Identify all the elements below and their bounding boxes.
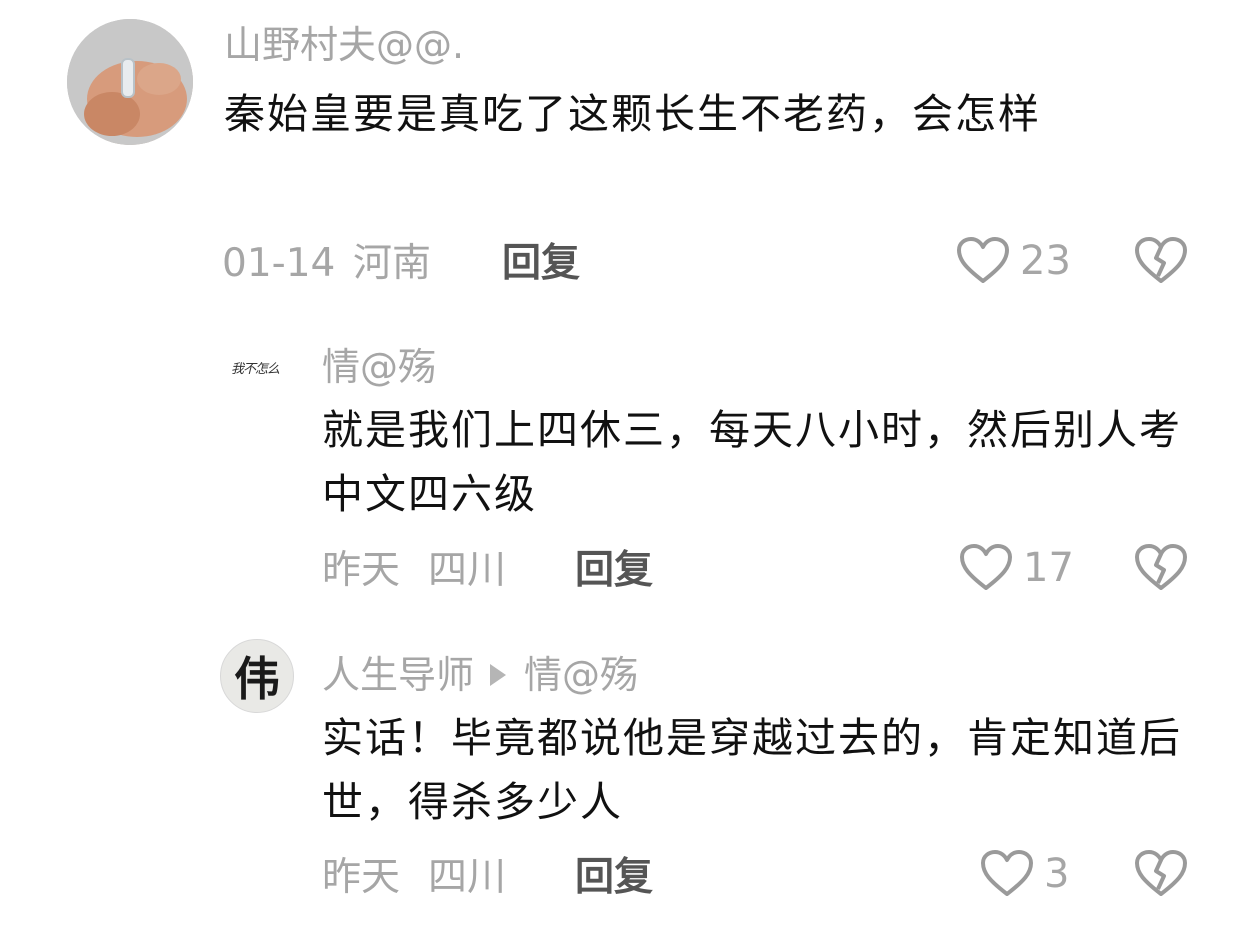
comment-text: 秦始皇要是真吃了这颗长生不老药，会怎样 [224,90,1041,138]
like-button[interactable]: 23 [956,236,1071,286]
like-count: 17 [1023,545,1074,591]
like-button[interactable]: 17 [959,543,1074,593]
heart-outline-icon [981,850,1033,896]
comment-text: 就是我们上四休三，每天八小时，然后别人考中文四六级 [322,406,1182,518]
comment-region: 四川 [428,855,507,900]
username[interactable]: 人生导师 [322,653,474,697]
comment-date: 01-14 [222,241,336,286]
dislike-button[interactable] [1134,236,1188,290]
heart-outline-icon [960,544,1012,590]
broken-heart-icon [1135,850,1187,896]
username[interactable]: 山野村夫@@. [224,21,464,69]
dislike-button[interactable] [1134,543,1188,597]
comment-text: 实话！毕竟都说他是穿越过去的，肯定知道后世，得杀多少人 [322,714,1182,826]
hand-photo-icon [67,19,193,145]
comment-date: 昨天 [322,548,401,593]
reply-to-username[interactable]: 情@殇 [524,653,638,697]
comment-1: 山野村夫@@. 秦始皇要是真吃了这颗长生不老药，会怎样 01-14 河南 回复 … [0,0,1260,320]
avatar[interactable]: 我不怎么 [220,332,290,402]
broken-heart-icon [1135,544,1187,590]
comment-3: 伟 人生导师 情@殇 实话！毕竟都说他是穿越过去的，肯定知道后世，得杀多少人 昨天… [0,620,1260,931]
like-button[interactable]: 3 [980,849,1069,899]
comment-region: 河南 [353,241,432,286]
broken-heart-icon [1135,237,1187,283]
avatar-signature-text: 我不怎么 [230,361,280,377]
like-count: 3 [1044,851,1070,897]
reply-button[interactable]: 回复 [502,240,580,288]
comment-2: 我不怎么 情@殇 就是我们上四休三，每天八小时，然后别人考中文四六级 昨天 四川… [0,320,1260,620]
comment-region: 四川 [428,548,507,593]
reply-button[interactable]: 回复 [575,547,653,595]
like-count: 23 [1020,238,1071,284]
comment-date: 昨天 [322,855,401,900]
avatar[interactable] [67,19,193,145]
reply-button[interactable]: 回复 [575,854,653,902]
dislike-button[interactable] [1134,849,1188,903]
avatar[interactable]: 伟 [220,639,294,713]
heart-outline-icon [957,237,1009,283]
reply-arrow-icon [490,663,507,686]
username-line: 人生导师 情@殇 [322,651,638,699]
username[interactable]: 情@殇 [322,343,436,391]
avatar-calligraphy-text: 伟 [234,652,280,706]
